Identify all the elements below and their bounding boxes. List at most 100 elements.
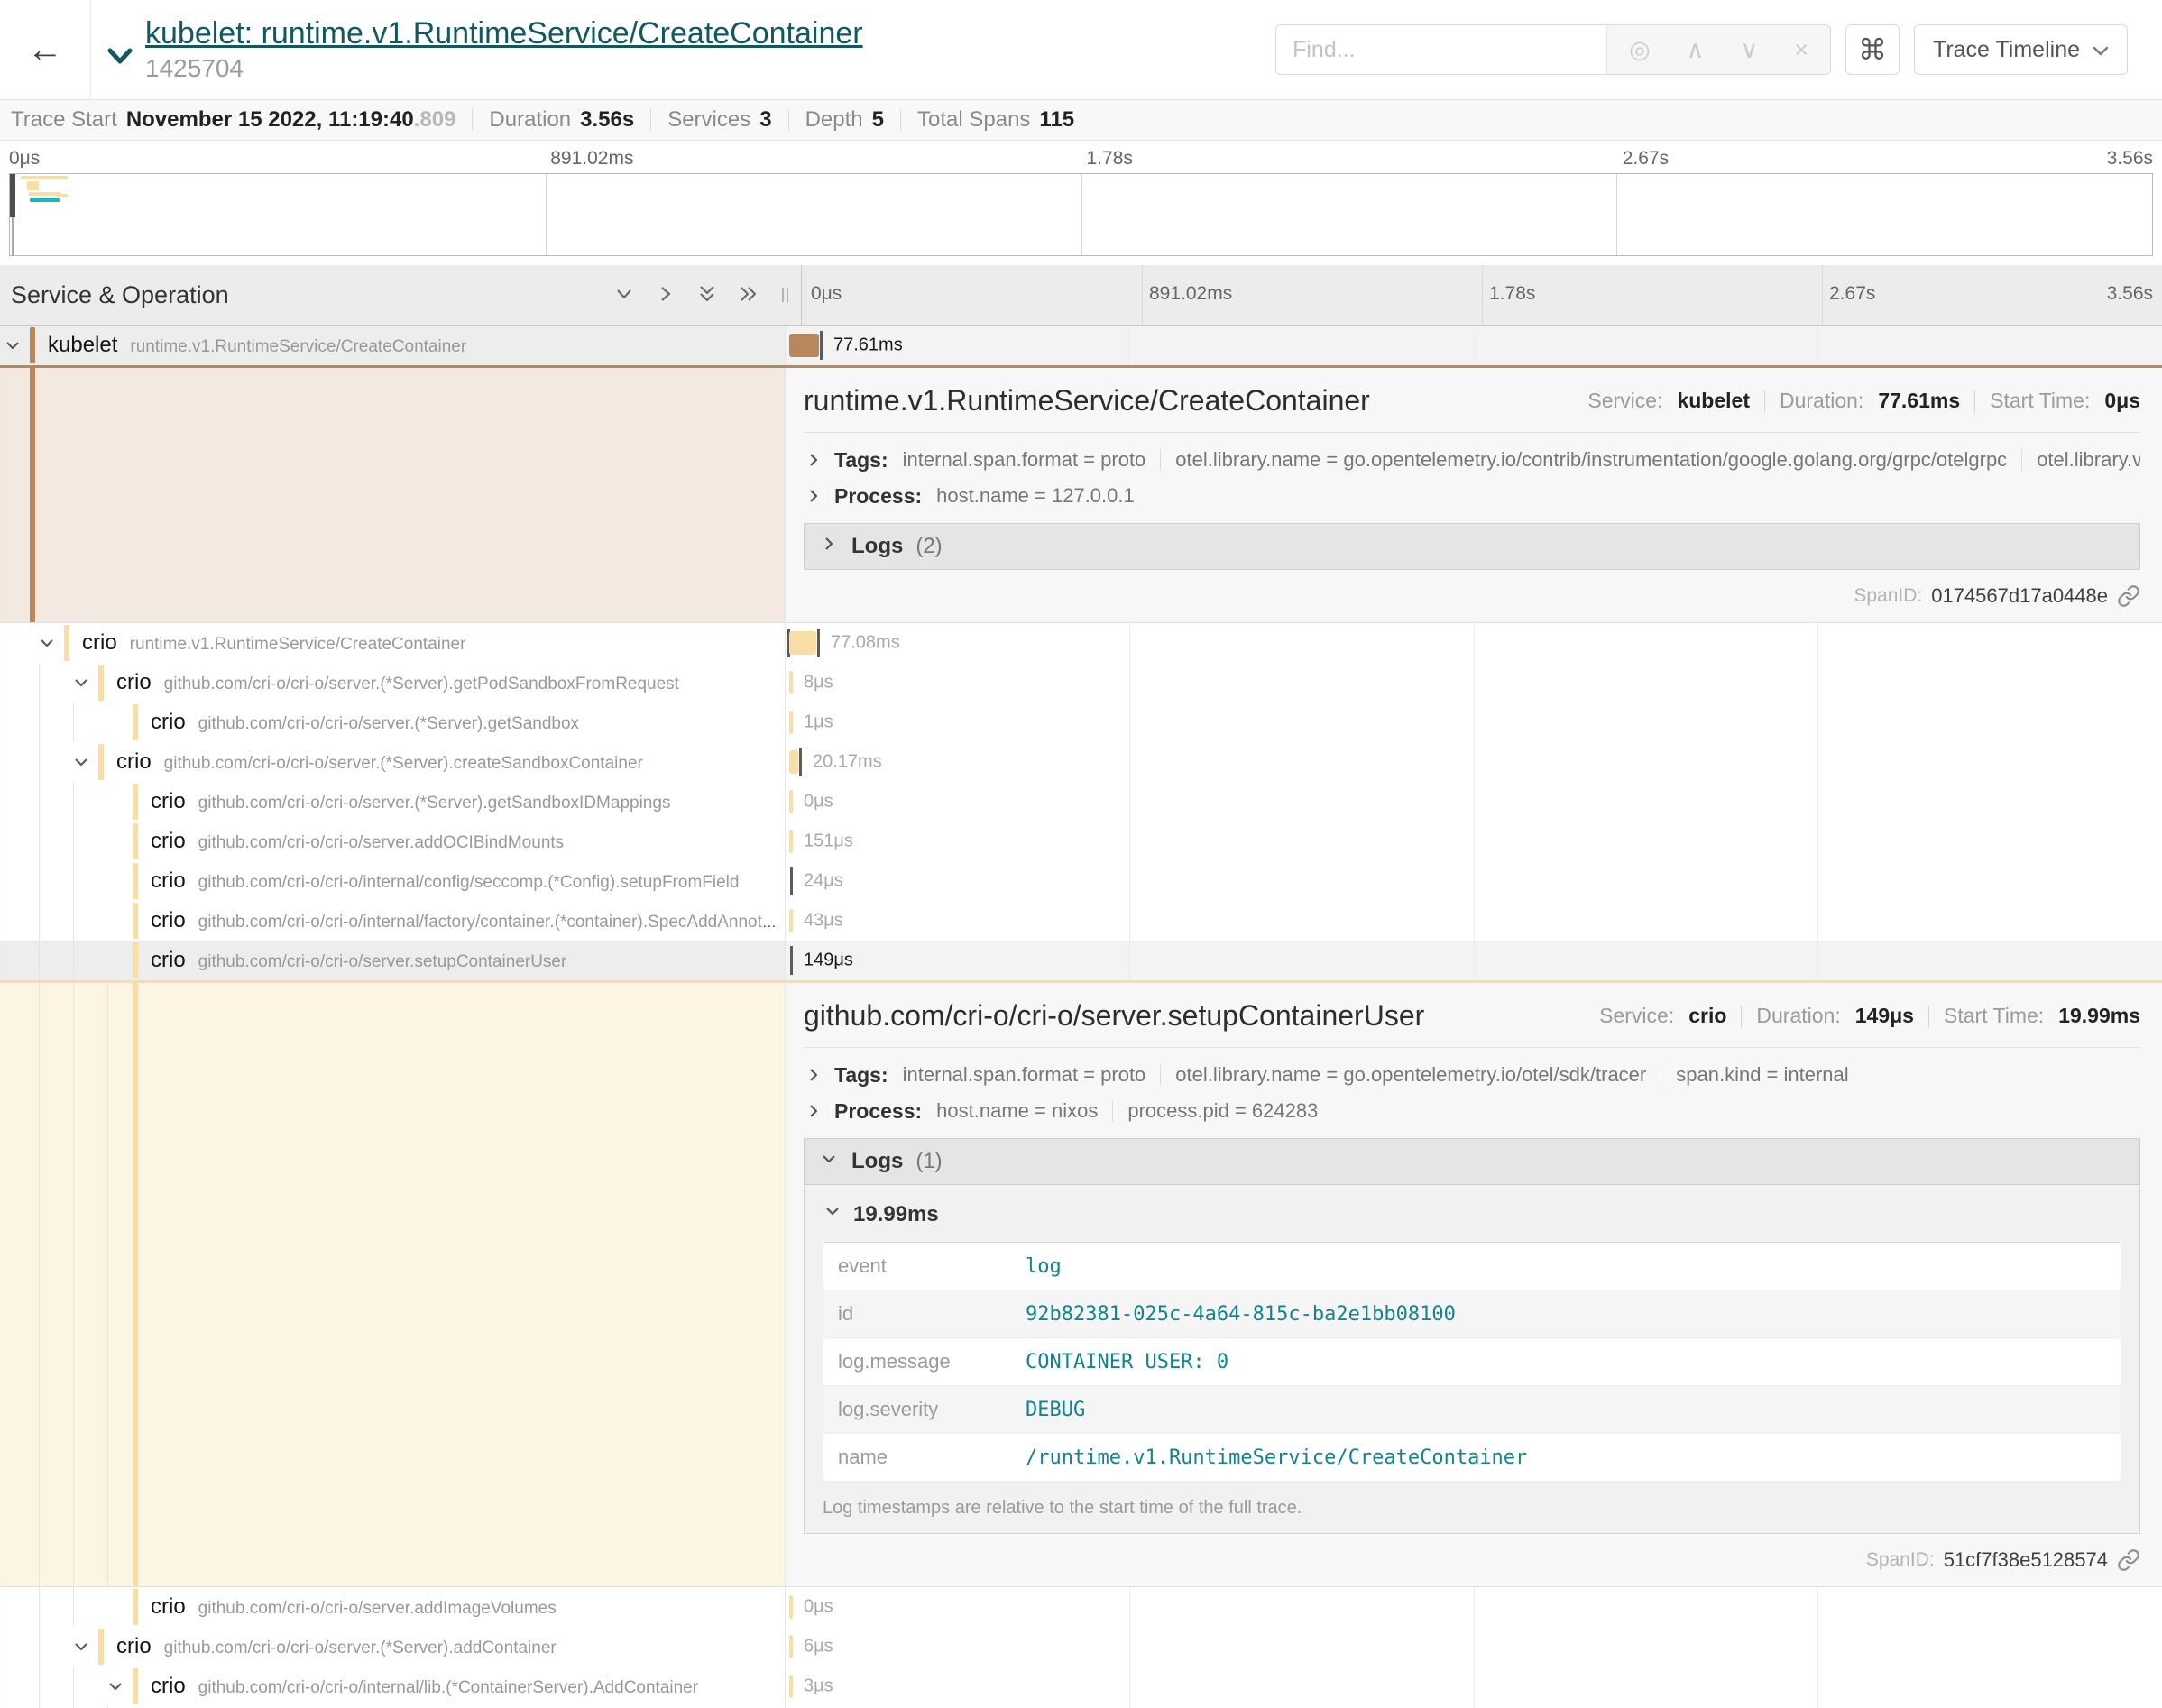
find-input[interactable] [1276,25,1606,74]
span-duration-bar[interactable] [789,1635,793,1658]
span-name-cell[interactable]: criogithub.com/cri-o/cri-o/server.(*Serv… [0,702,785,742]
column-resize-grip[interactable] [782,288,788,302]
logs-toggle-bar[interactable]: Logs(2) [804,523,2140,570]
span-duration-bar[interactable] [789,909,793,932]
next-match-icon[interactable]: ∨ [1740,36,1758,64]
span-timeline-cell[interactable]: 3μs [785,1667,2162,1706]
deep-link-icon[interactable] [2117,584,2140,608]
span-timeline-cell[interactable]: 43μs [785,901,2162,941]
span-timeline-cell[interactable]: 0μs [785,782,2162,822]
keyboard-shortcuts-button[interactable]: ⌘ [1845,24,1900,75]
log-field-row: id92b82381-025c-4a64-815c-ba2e1bb08100 [823,1290,2121,1338]
collapse-all-icon[interactable] [686,279,728,312]
trace-view-selector[interactable]: Trace Timeline [1914,24,2128,75]
operation-name: github.com/cri-o/cri-o/server.addOCIBind… [198,833,565,852]
tag-item: otel.library.name = go.opentelemetry.io/… [1175,448,2007,472]
span-duration-bar[interactable] [789,334,819,357]
locate-icon[interactable]: ◎ [1629,36,1651,64]
collapse-one-icon[interactable] [603,279,645,312]
span-name-cell[interactable]: kubeletruntime.v1.RuntimeService/CreateC… [0,326,785,365]
span-name-cell[interactable]: criogithub.com/cri-o/cri-o/internal/lib.… [0,1667,785,1706]
span-name-cell[interactable]: criogithub.com/cri-o/cri-o/internal/conf… [0,861,785,901]
logs-toggle-bar[interactable]: Logs(1) [804,1138,2140,1185]
span-timeline-cell[interactable]: 151μs [785,822,2162,861]
span-row[interactable]: criogithub.com/cri-o/cri-o/server.(*Serv… [0,1627,2162,1667]
span-timeline-cell[interactable]: 0μs [785,1587,2162,1627]
span-row[interactable]: criogithub.com/cri-o/cri-o/server.(*Serv… [0,782,2162,822]
span-name-cell[interactable]: criogithub.com/cri-o/cri-o/internal/fact… [0,901,785,941]
log-field-key: log.severity [823,1386,1016,1434]
span-name-cell[interactable]: criogithub.com/cri-o/cri-o/server.(*Serv… [0,742,785,782]
minimap-gridline [546,174,547,255]
prev-match-icon[interactable]: ∧ [1687,36,1705,64]
process-row[interactable]: Process:host.name = 127.0.0.1 [804,478,2140,514]
back-button[interactable]: ← [0,0,90,99]
span-duration-bar[interactable] [789,830,793,853]
expand-one-icon[interactable] [645,279,686,312]
span-timeline-cell[interactable]: 1μs [785,702,2162,742]
span-id-value: 0174567d17a0448e [1931,584,2108,608]
span-timeline-cell[interactable]: 6μs [785,1627,2162,1667]
trace-title-link[interactable]: kubelet: runtime.v1.RuntimeService/Creat… [145,16,863,51]
process-row[interactable]: Process:host.name = nixosprocess.pid = 6… [804,1093,2140,1129]
minimap-canvas[interactable] [9,173,2153,256]
row-expander-chevron-icon[interactable] [71,1637,91,1657]
span-duration-bar[interactable] [789,750,798,774]
span-name-cell[interactable]: criogithub.com/cri-o/cri-o/server.addOCI… [0,822,785,861]
span-row[interactable]: kubeletruntime.v1.RuntimeService/CreateC… [0,326,2162,365]
tags-row[interactable]: Tags:internal.span.format = protootel.li… [804,1057,2140,1093]
span-labels: criogithub.com/cri-o/cri-o/server.addIma… [151,1594,779,1620]
find-nav-icons: ◎ ∧ ∨ × [1606,25,1830,74]
span-duration-bar[interactable] [789,1675,793,1698]
row-expander-chevron-icon[interactable] [3,335,23,355]
span-name-cell[interactable]: criogithub.com/cri-o/cri-o/server.(*Serv… [0,1627,785,1667]
tag-item: span.kind = internal [1676,1063,1848,1087]
row-expander-chevron-icon[interactable] [71,673,91,693]
meta-separator [1741,1005,1742,1028]
span-row[interactable]: criogithub.com/cri-o/cri-o/internal/conf… [0,861,2162,901]
service-color-bar [133,784,138,820]
span-name-cell[interactable]: criogithub.com/cri-o/cri-o/server.addIma… [0,1587,785,1627]
log-field-key: name [823,1434,1016,1482]
trace-collapse-chevron-icon[interactable] [106,47,134,71]
service-name: crio [82,630,117,655]
span-duration-bar[interactable] [789,711,793,734]
span-timeline-cell[interactable]: 20.17ms [785,742,2162,782]
span-duration-bar[interactable] [789,631,816,655]
log-entry-timestamp[interactable]: 19.99ms [823,1201,2121,1227]
deep-link-icon[interactable] [2117,1548,2140,1572]
service-name: crio [151,908,186,932]
span-timeline-cell[interactable]: 149μs [785,941,2162,980]
span-duration-label: 20.17ms [813,752,882,773]
span-duration-bar[interactable] [789,790,793,813]
clear-search-icon[interactable]: × [1794,36,1808,64]
span-row[interactable]: criogithub.com/cri-o/cri-o/server.addOCI… [0,822,2162,861]
span-duration-bar[interactable] [789,671,793,694]
span-timeline-cell[interactable]: 8μs [785,663,2162,702]
span-row[interactable]: criogithub.com/cri-o/cri-o/server.(*Serv… [0,702,2162,742]
tags-row[interactable]: Tags:internal.span.format = protootel.li… [804,442,2140,478]
span-duration-bar[interactable] [789,1595,793,1619]
span-timeline-cell[interactable]: 24μs [785,861,2162,901]
span-row[interactable]: criogithub.com/cri-o/cri-o/server.setupC… [0,941,2162,980]
row-expander-chevron-icon[interactable] [71,752,91,772]
minimap-drag-handle[interactable] [10,174,15,217]
span-row[interactable]: criogithub.com/cri-o/cri-o/internal/fact… [0,901,2162,941]
span-timeline-cell[interactable]: 77.61ms [785,326,2162,365]
span-name-cell[interactable]: criogithub.com/cri-o/cri-o/server.setupC… [0,941,785,980]
span-row[interactable]: crioruntime.v1.RuntimeService/CreateCont… [0,623,2162,663]
row-expander-chevron-icon[interactable] [37,633,57,653]
span-row[interactable]: criogithub.com/cri-o/cri-o/server.addIma… [0,1587,2162,1627]
span-row[interactable]: criogithub.com/cri-o/cri-o/server.(*Serv… [0,663,2162,702]
span-row[interactable]: criogithub.com/cri-o/cri-o/internal/lib.… [0,1667,2162,1706]
span-name-cell[interactable]: crioruntime.v1.RuntimeService/CreateCont… [0,623,785,663]
span-row[interactable]: criogithub.com/cri-o/cri-o/server.(*Serv… [0,742,2162,782]
expand-all-icon[interactable] [728,279,769,312]
span-name-cell[interactable]: criogithub.com/cri-o/cri-o/server.(*Serv… [0,663,785,702]
row-expander-chevron-icon[interactable] [106,1676,125,1696]
total-spans-value: 115 [1039,107,1074,133]
span-timeline-cell[interactable]: 77.08ms [785,623,2162,663]
span-name-cell[interactable]: criogithub.com/cri-o/cri-o/server.(*Serv… [0,782,785,822]
span-labels: kubeletruntime.v1.RuntimeService/CreateC… [48,333,779,358]
chevron-right-icon [804,486,823,506]
